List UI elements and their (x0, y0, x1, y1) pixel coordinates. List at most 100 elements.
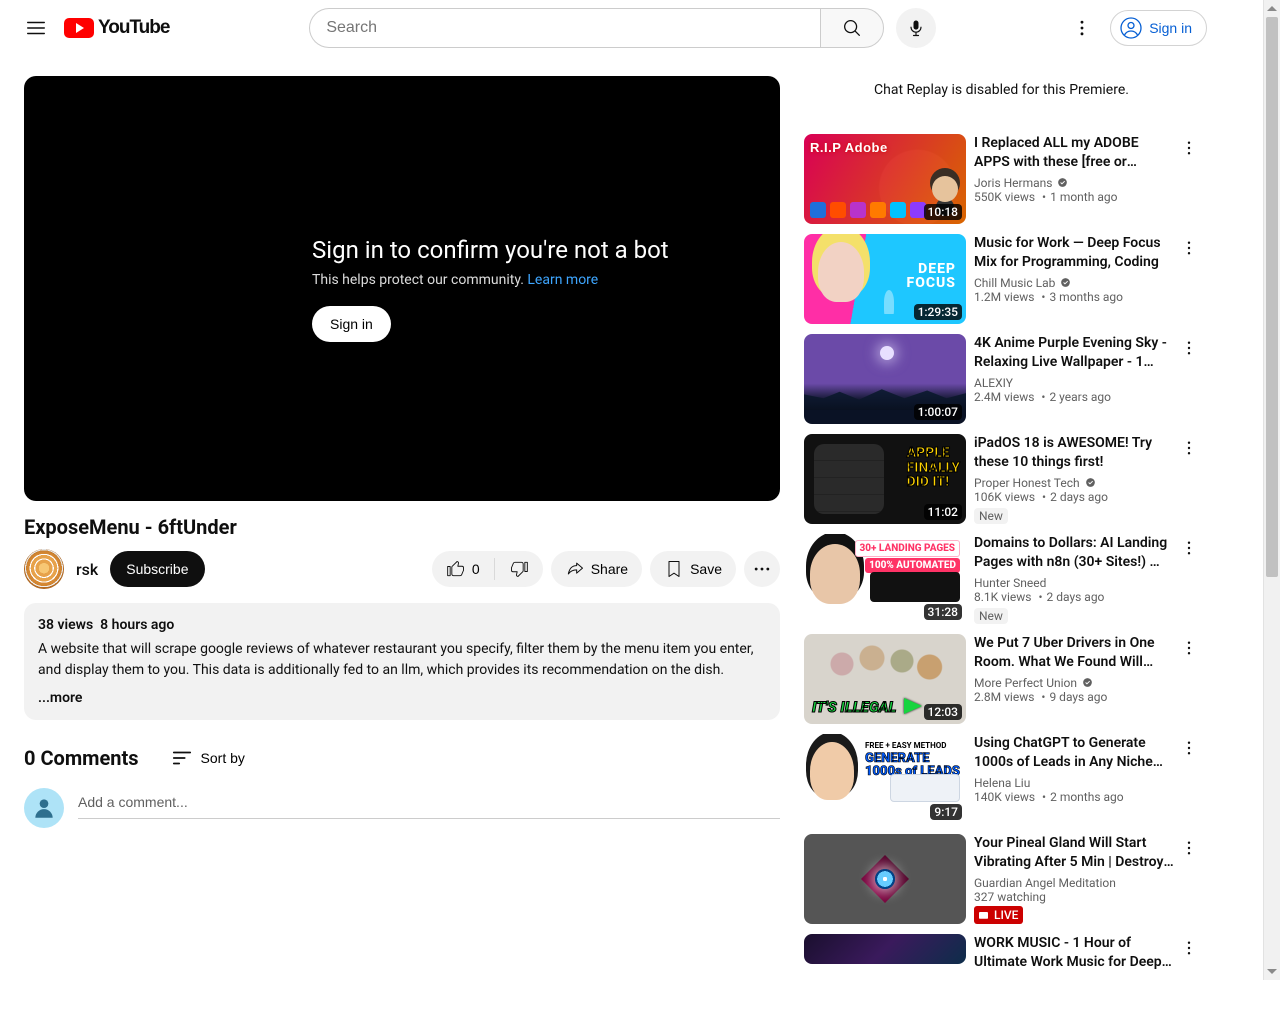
like-dislike-segment: 0 (432, 551, 543, 587)
thumbnail[interactable]: 1:29:35 (804, 234, 966, 324)
player-signin-button[interactable]: Sign in (312, 306, 391, 342)
thumbnail[interactable] (804, 834, 966, 924)
reco-title: iPadOS 18 is AWESOME! Try these 10 thing… (974, 434, 1175, 472)
sort-button[interactable]: Sort by (171, 747, 245, 769)
thumbnail[interactable]: 1:00:07 (804, 334, 966, 424)
reco-channel[interactable]: Chill Music Lab (974, 276, 1175, 290)
hamburger-menu-button[interactable] (16, 8, 56, 48)
thumbnail[interactable] (804, 934, 966, 964)
share-icon (565, 559, 585, 579)
recommendation-item[interactable]: Your Pineal Gland Will Start Vibrating A… (804, 834, 1199, 924)
reco-channel[interactable]: Hunter Sneed (974, 576, 1175, 590)
more-actions-button[interactable] (744, 551, 780, 587)
recommendation-item[interactable]: 30+ LANDING PAGES100% AUTOMATED31:28Doma… (804, 534, 1199, 624)
thumbnail[interactable]: FREE + EASY METHODGENERATE1000s of LEADS… (804, 734, 966, 824)
recommendation-item[interactable]: 12:03We Put 7 Uber Drivers in One Room. … (804, 634, 1199, 724)
like-button[interactable]: 0 (432, 551, 494, 587)
settings-kebab-button[interactable] (1062, 8, 1102, 48)
like-count: 0 (472, 561, 480, 577)
recommendation-item[interactable]: 11:02 iPadOS 18 is AWESOME! Try these 10 … (804, 434, 1199, 524)
duration-badge: 11:02 (924, 504, 962, 520)
reco-kebab-button[interactable] (1177, 736, 1201, 760)
duration-badge: 31:28 (924, 604, 962, 620)
search-input[interactable] (309, 8, 820, 48)
signin-label: Sign in (1149, 20, 1192, 36)
thumb-down-icon (509, 559, 529, 579)
live-badge: LIVE (974, 906, 1023, 924)
logo[interactable]: YouTube (56, 17, 183, 39)
thumbnail[interactable]: 12:03 (804, 634, 966, 724)
verified-icon (1056, 176, 1069, 189)
logo-icon (64, 18, 94, 38)
reco-kebab-button[interactable] (1177, 936, 1201, 960)
reco-kebab-button[interactable] (1177, 536, 1201, 560)
scroll-thumb[interactable] (1266, 17, 1278, 577)
comments-header: 0 Comments Sort by (24, 746, 780, 770)
reco-kebab-button[interactable] (1177, 636, 1201, 660)
reco-title: I Replaced ALL my ADOBE APPS with these … (974, 134, 1175, 172)
kebab-icon (1180, 639, 1198, 657)
learn-more-link[interactable]: Learn more (527, 272, 598, 288)
comments-count: 0 Comments (24, 746, 139, 770)
voice-search-button[interactable] (896, 8, 936, 48)
reco-channel[interactable]: Helena Liu (974, 776, 1175, 790)
reco-kebab-button[interactable] (1177, 436, 1201, 460)
reco-channel[interactable]: Proper Honest Tech (974, 476, 1175, 490)
share-button[interactable]: Share (551, 551, 642, 587)
premiere-note: Chat Replay is disabled for this Premier… (804, 76, 1199, 134)
recommendation-item[interactable]: 1:00:074K Anime Purple Evening Sky - Rel… (804, 334, 1199, 424)
recommendation-item[interactable]: WORK MUSIC - 1 Hour of Ultimate Work Mus… (804, 934, 1199, 976)
duration-badge: 1:00:07 (914, 404, 962, 420)
search-button[interactable] (820, 8, 884, 48)
description-box[interactable]: 38 views 8 hours ago A website that will… (24, 603, 780, 720)
reco-channel[interactable]: ALEXIY (974, 376, 1175, 390)
description-meta: 38 views 8 hours ago (38, 615, 766, 635)
kebab-icon (1072, 18, 1092, 38)
player-bot-check: Sign in to confirm you're not a bot This… (312, 236, 669, 342)
reco-kebab-button[interactable] (1177, 836, 1201, 860)
reco-channel[interactable]: More Perfect Union (974, 676, 1175, 690)
reco-channel[interactable]: Guardian Angel Meditation (974, 876, 1175, 890)
channel-name[interactable]: rsk (76, 560, 98, 579)
recommendation-item[interactable]: FREE + EASY METHODGENERATE1000s of LEADS… (804, 734, 1199, 824)
kebab-icon (1180, 539, 1198, 557)
comment-input[interactable] (78, 788, 780, 819)
duration-badge: 10:18 (924, 204, 962, 220)
user-circle-icon (1119, 16, 1143, 40)
scroll-down-button[interactable] (1264, 963, 1280, 980)
kebab-icon (1180, 739, 1198, 757)
thumbnail[interactable]: 11:02 (804, 434, 966, 524)
thumbnail[interactable]: 10:18 (804, 134, 966, 224)
duration-badge: 9:17 (930, 804, 962, 820)
subscribe-button[interactable]: Subscribe (110, 551, 204, 587)
video-title: ExposeMenu - 6ftUnder (24, 515, 780, 539)
kebab-icon (1180, 239, 1198, 257)
reco-meta: 327 watching (974, 890, 1175, 904)
thumbnail[interactable]: 30+ LANDING PAGES100% AUTOMATED31:28 (804, 534, 966, 624)
reco-kebab-button[interactable] (1177, 236, 1201, 260)
save-button[interactable]: Save (650, 551, 736, 587)
recommendation-item[interactable]: 10:18 I Replaced ALL my ADOBE APPS with t… (804, 134, 1199, 224)
mic-icon (906, 18, 926, 38)
duration-badge: 1:29:35 (914, 304, 962, 320)
hamburger-icon (25, 17, 47, 39)
description-more-button[interactable]: ...more (38, 688, 82, 708)
header: YouTube Sign in (0, 0, 1223, 56)
signin-button[interactable]: Sign in (1110, 10, 1207, 46)
recommendation-item[interactable]: 1:29:35Music for Work — Deep Focus Mix f… (804, 234, 1199, 324)
reco-channel[interactable]: Joris Hermans (974, 176, 1175, 190)
scroll-up-button[interactable] (1264, 0, 1280, 17)
reco-title: We Put 7 Uber Drivers in One Room. What … (974, 634, 1175, 672)
kebab-icon (1180, 339, 1198, 357)
video-player[interactable]: Sign in to confirm you're not a bot This… (24, 76, 780, 501)
reco-kebab-button[interactable] (1177, 336, 1201, 360)
kebab-icon (1180, 939, 1198, 957)
user-avatar-anon (24, 788, 64, 828)
user-icon (31, 795, 57, 821)
dislike-button[interactable] (495, 551, 543, 587)
scrollbar[interactable] (1263, 0, 1280, 980)
player-overlay-desc: This helps protect our community. Learn … (312, 272, 669, 288)
channel-avatar[interactable] (24, 549, 64, 589)
reco-kebab-button[interactable] (1177, 136, 1201, 160)
ellipsis-icon (752, 559, 772, 579)
